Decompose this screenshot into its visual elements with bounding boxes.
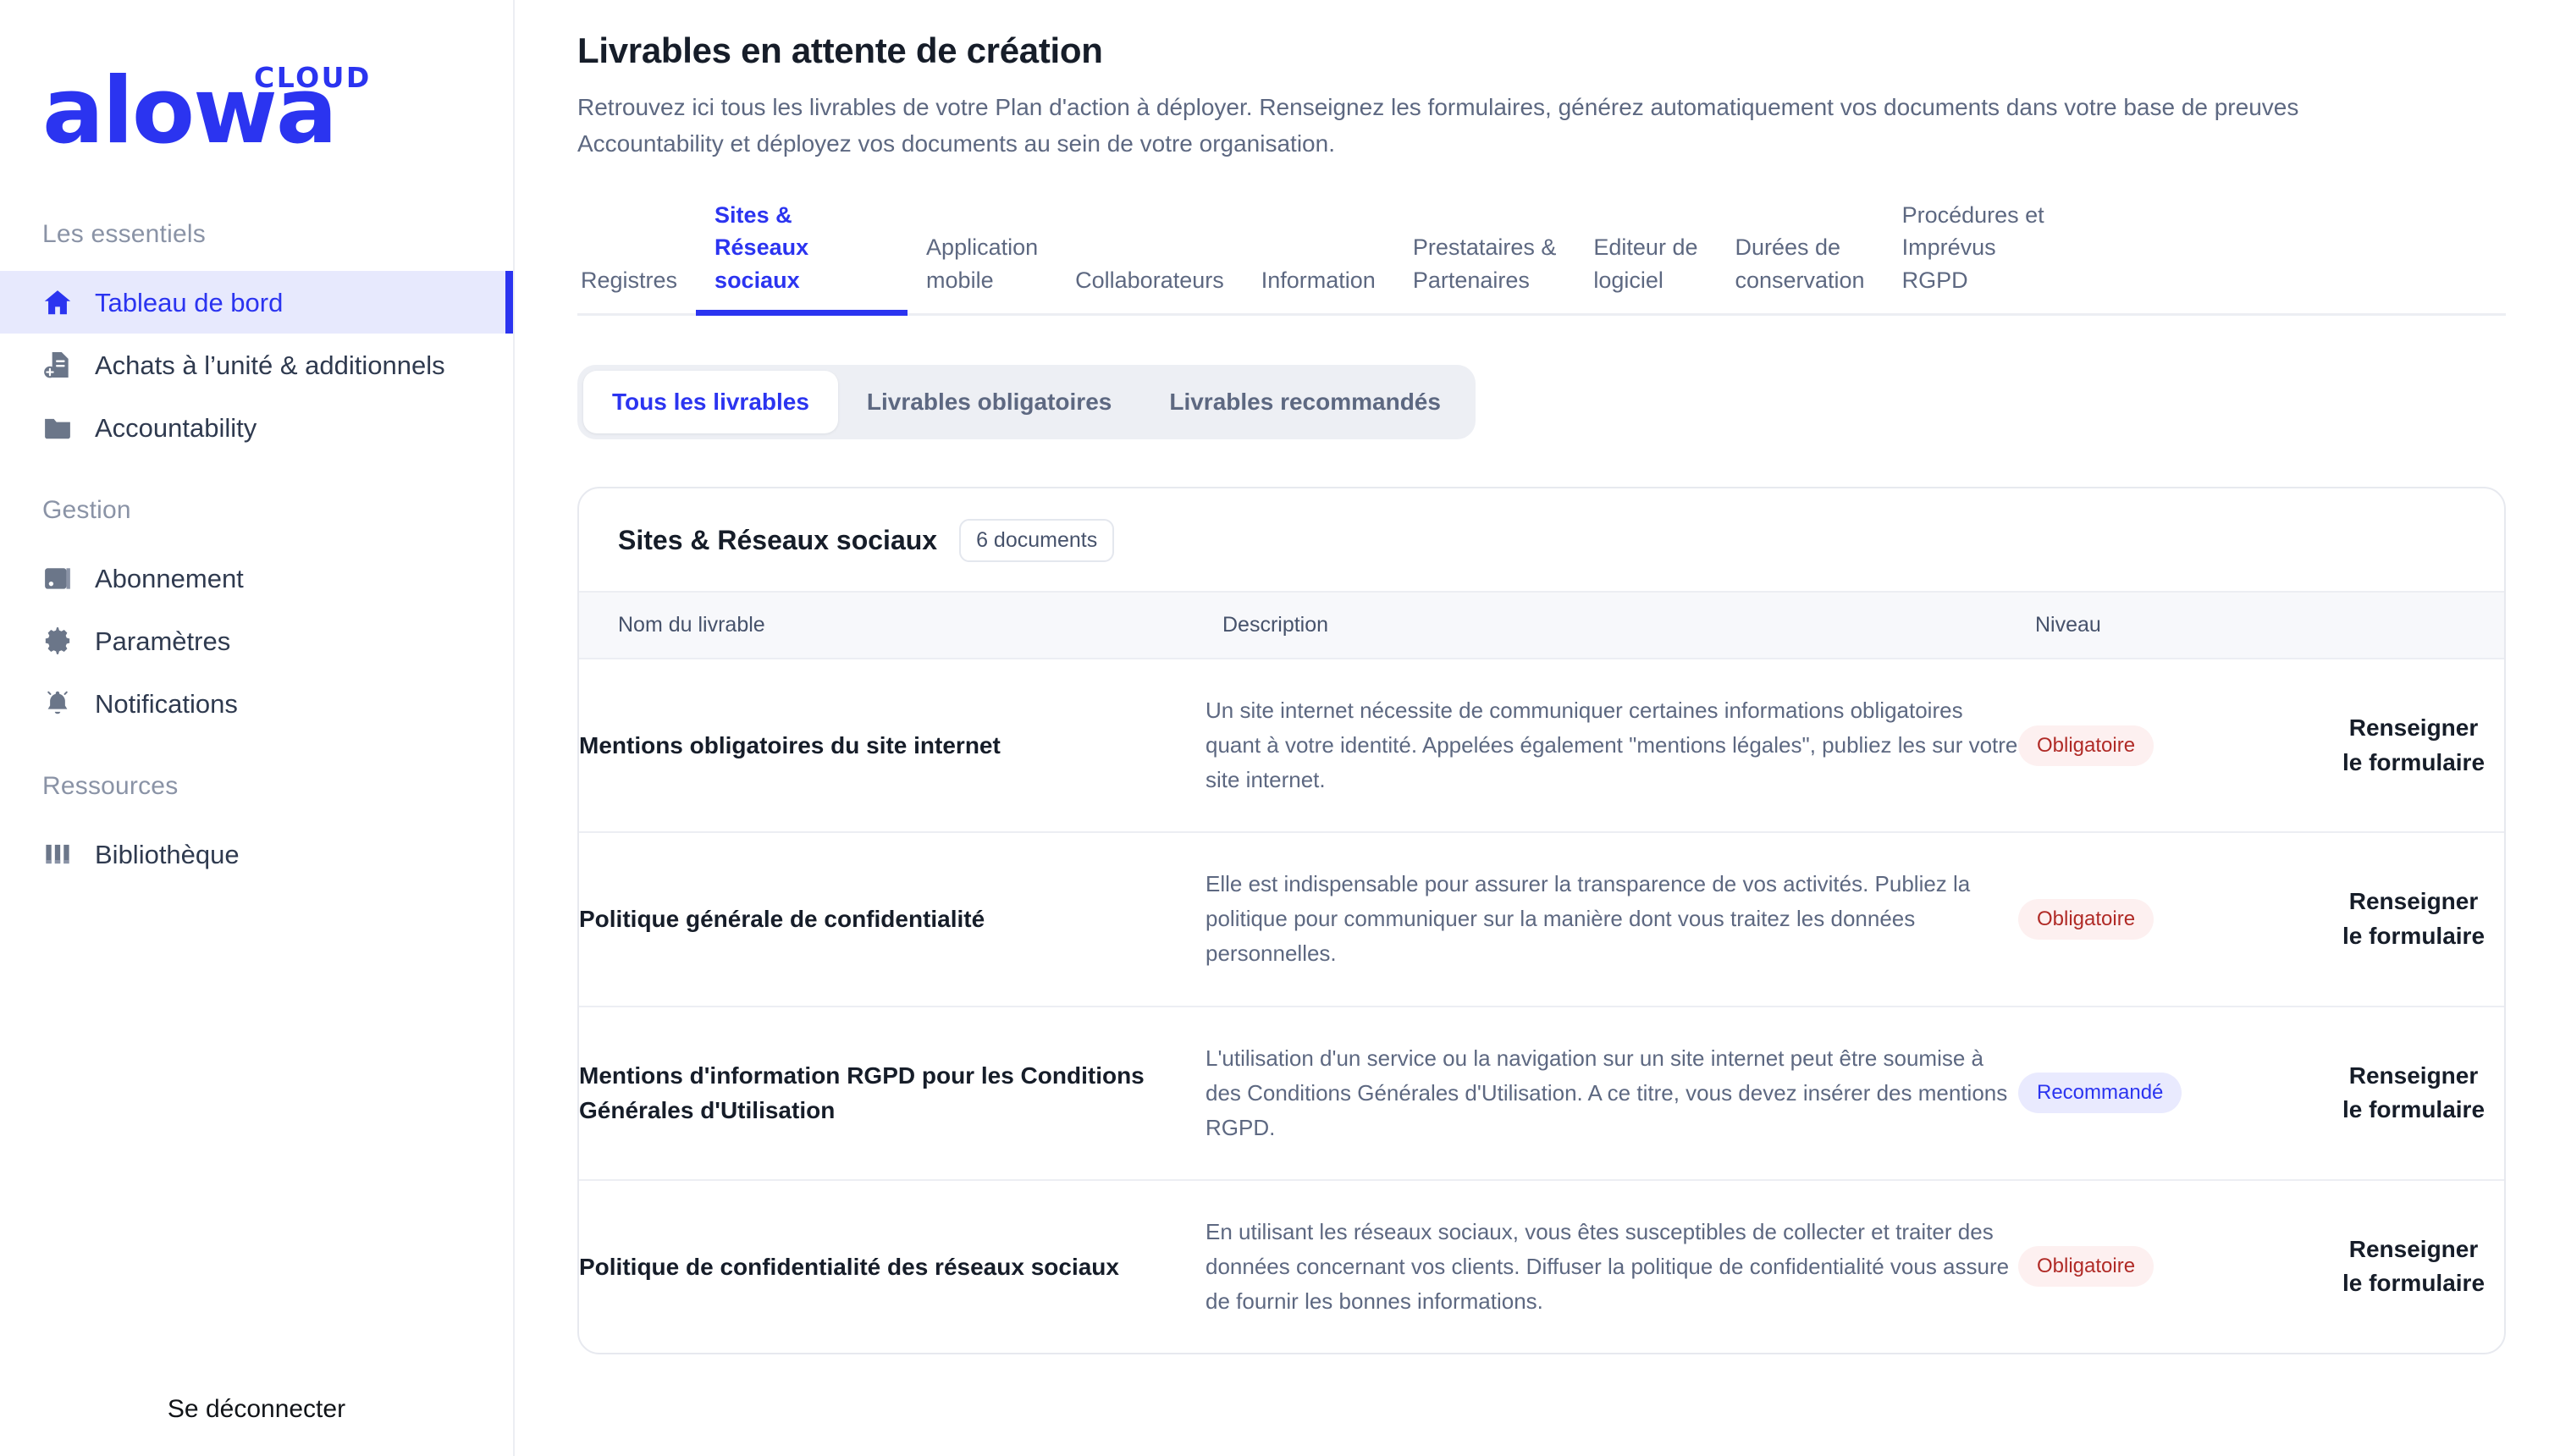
sidebar-item-tableau-de-bord[interactable]: Tableau de bord — [0, 271, 513, 334]
tab-information[interactable]: Information — [1243, 264, 1394, 313]
table-row: Mentions obligatoires du site internet U… — [579, 659, 2504, 834]
filter-tous-les-livrables[interactable]: Tous les livrables — [583, 371, 838, 434]
brand-name: alowa — [42, 58, 338, 164]
tab-collaborateurs[interactable]: Collaborateurs — [1057, 264, 1243, 313]
wallet-icon — [41, 561, 74, 595]
cell-action: Renseigner le formulaire — [2323, 1006, 2504, 1181]
table-row: Politique générale de confidentialité El… — [579, 832, 2504, 1007]
tab-procedures-imprevus-rgpd[interactable]: Procédures et Imprévus RGPD — [1884, 199, 2095, 313]
column-header-level: Niveau — [2018, 591, 2323, 660]
tab-durees-de-conservation[interactable]: Durées de conservation — [1716, 231, 1883, 313]
table-row: Politique de confidentialité des réseaux… — [579, 1180, 2504, 1353]
tab-editeur-de-logiciel[interactable]: Editeur de logiciel — [1575, 231, 1716, 313]
gear-icon — [41, 624, 74, 658]
category-tabs: Registres Sites & Réseaux sociaux Applic… — [577, 199, 2506, 317]
logout-button[interactable]: Se déconnecter — [0, 1395, 513, 1456]
books-icon — [41, 837, 74, 871]
card-header: Sites & Réseaux sociaux 6 documents — [579, 488, 2504, 591]
sidebar-section-essentiels: Les essentiels Tableau de bord Achats à … — [0, 220, 513, 459]
page-title: Livrables en attente de création — [577, 30, 1103, 70]
fill-form-link[interactable]: Renseigner le formulaire — [2342, 711, 2485, 780]
fill-form-link[interactable]: Renseigner le formulaire — [2342, 885, 2485, 953]
sidebar-item-abonnement[interactable]: Abonnement — [0, 547, 513, 609]
cell-action: Renseigner le formulaire — [2323, 1180, 2504, 1353]
table-body: Mentions obligatoires du site internet U… — [579, 659, 2504, 1353]
sidebar-item-label: Paramètres — [95, 626, 231, 656]
column-header-description: Description — [1206, 591, 2018, 660]
sidebar-item-label: Achats à l’unité & additionnels — [95, 350, 445, 380]
tab-application-mobile[interactable]: Application mobile — [908, 231, 1057, 313]
sidebar-item-label: Abonnement — [95, 563, 244, 593]
app-root: CLOUD alowa Les essentiels Tableau de bo… — [0, 0, 2560, 1456]
table-row: Mentions d'information RGPD pour les Con… — [579, 1006, 2504, 1181]
status-badge: Obligatoire — [2018, 725, 2154, 766]
deliverable-filter-group: Tous les livrables Livrables obligatoire… — [577, 365, 1476, 440]
sidebar-item-accountability[interactable]: Accountability — [0, 396, 513, 459]
cell-level: Obligatoire — [2018, 832, 2323, 1007]
sidebar-item-label: Tableau de bord — [95, 287, 284, 317]
home-icon — [41, 285, 74, 319]
fill-form-link[interactable]: Renseigner le formulaire — [2342, 1233, 2485, 1301]
tab-registres[interactable]: Registres — [577, 264, 696, 313]
cell-description: Elle est indispensable pour assurer la t… — [1206, 832, 2018, 1007]
cell-deliverable-name: Politique de confidentialité des réseaux… — [579, 1253, 1119, 1280]
sidebar-section-gestion: Gestion Abonnement Paramètres Notificati… — [0, 496, 513, 735]
sidebar-nav: Les essentiels Tableau de bord Achats à … — [0, 212, 513, 923]
sidebar-item-achats[interactable]: Achats à l’unité & additionnels — [0, 334, 513, 396]
brand-logo[interactable]: CLOUD alowa — [0, 0, 513, 212]
page-subtitle: Retrouvez ici tous les livrables de votr… — [577, 94, 2299, 157]
cell-description: Un site internet nécessite de communique… — [1206, 659, 2018, 834]
folder-icon — [41, 411, 74, 444]
card-title: Sites & Réseaux sociaux — [618, 525, 938, 556]
tab-prestataires-partenaires[interactable]: Prestataires & Partenaires — [1394, 231, 1575, 313]
sidebar: CLOUD alowa Les essentiels Tableau de bo… — [0, 0, 515, 1456]
sidebar-section-title: Les essentiels — [42, 220, 206, 248]
sidebar-section-ressources: Ressources Bibliothèque — [0, 772, 513, 885]
deliverables-card: Sites & Réseaux sociaux 6 documents Nom … — [577, 487, 2506, 1355]
main-content: Livrables en attente de création Retrouv… — [515, 0, 2560, 1456]
sidebar-item-notifications[interactable]: Notifications — [0, 672, 513, 735]
table-header-row: Nom du livrable Description Niveau — [579, 591, 2504, 660]
filter-livrables-obligatoires[interactable]: Livrables obligatoires — [838, 371, 1140, 433]
document-plus-icon — [41, 348, 74, 382]
cell-deliverable-name: Mentions d'information RGPD pour les Con… — [579, 1006, 1206, 1181]
filter-livrables-recommandes[interactable]: Livrables recommandés — [1140, 371, 1470, 433]
fill-form-link[interactable]: Renseigner le formulaire — [2342, 1059, 2485, 1128]
sidebar-item-label: Accountability — [95, 412, 257, 443]
document-count-badge: 6 documents — [959, 519, 1115, 563]
tab-sites-reseaux-sociaux[interactable]: Sites & Réseaux sociaux — [696, 199, 908, 317]
sidebar-item-parametres[interactable]: Paramètres — [0, 609, 513, 672]
status-badge: Recommandé — [2018, 1073, 2182, 1114]
cell-action: Renseigner le formulaire — [2323, 832, 2504, 1007]
deliverables-table: Nom du livrable Description Niveau Menti… — [579, 591, 2504, 1353]
table-head: Nom du livrable Description Niveau — [579, 591, 2504, 660]
cell-deliverable-name: Politique générale de confidentialité — [579, 832, 1206, 1007]
cell-description: L'utilisation d'un service ou la navigat… — [1206, 1006, 2018, 1181]
sidebar-item-label: Bibliothèque — [95, 839, 240, 869]
column-header-name: Nom du livrable — [579, 591, 1206, 660]
cell-level: Obligatoire — [2018, 659, 2323, 834]
cell-description: En utilisant les réseaux sociaux, vous ê… — [1206, 1218, 2010, 1314]
sidebar-section-title: Gestion — [42, 496, 131, 524]
sidebar-item-bibliotheque[interactable]: Bibliothèque — [0, 823, 513, 885]
cell-level: Obligatoire — [2018, 1180, 2323, 1353]
sidebar-item-label: Notifications — [95, 688, 238, 719]
sidebar-section-title: Ressources — [42, 772, 179, 800]
status-badge: Obligatoire — [2018, 1246, 2154, 1288]
cell-action: Renseigner le formulaire — [2323, 659, 2504, 834]
cell-level: Recommandé — [2018, 1006, 2323, 1181]
cell-deliverable-name: Mentions obligatoires du site internet — [579, 659, 1206, 834]
column-header-action — [2323, 591, 2504, 660]
status-badge: Obligatoire — [2018, 898, 2154, 940]
bell-icon — [41, 687, 74, 720]
